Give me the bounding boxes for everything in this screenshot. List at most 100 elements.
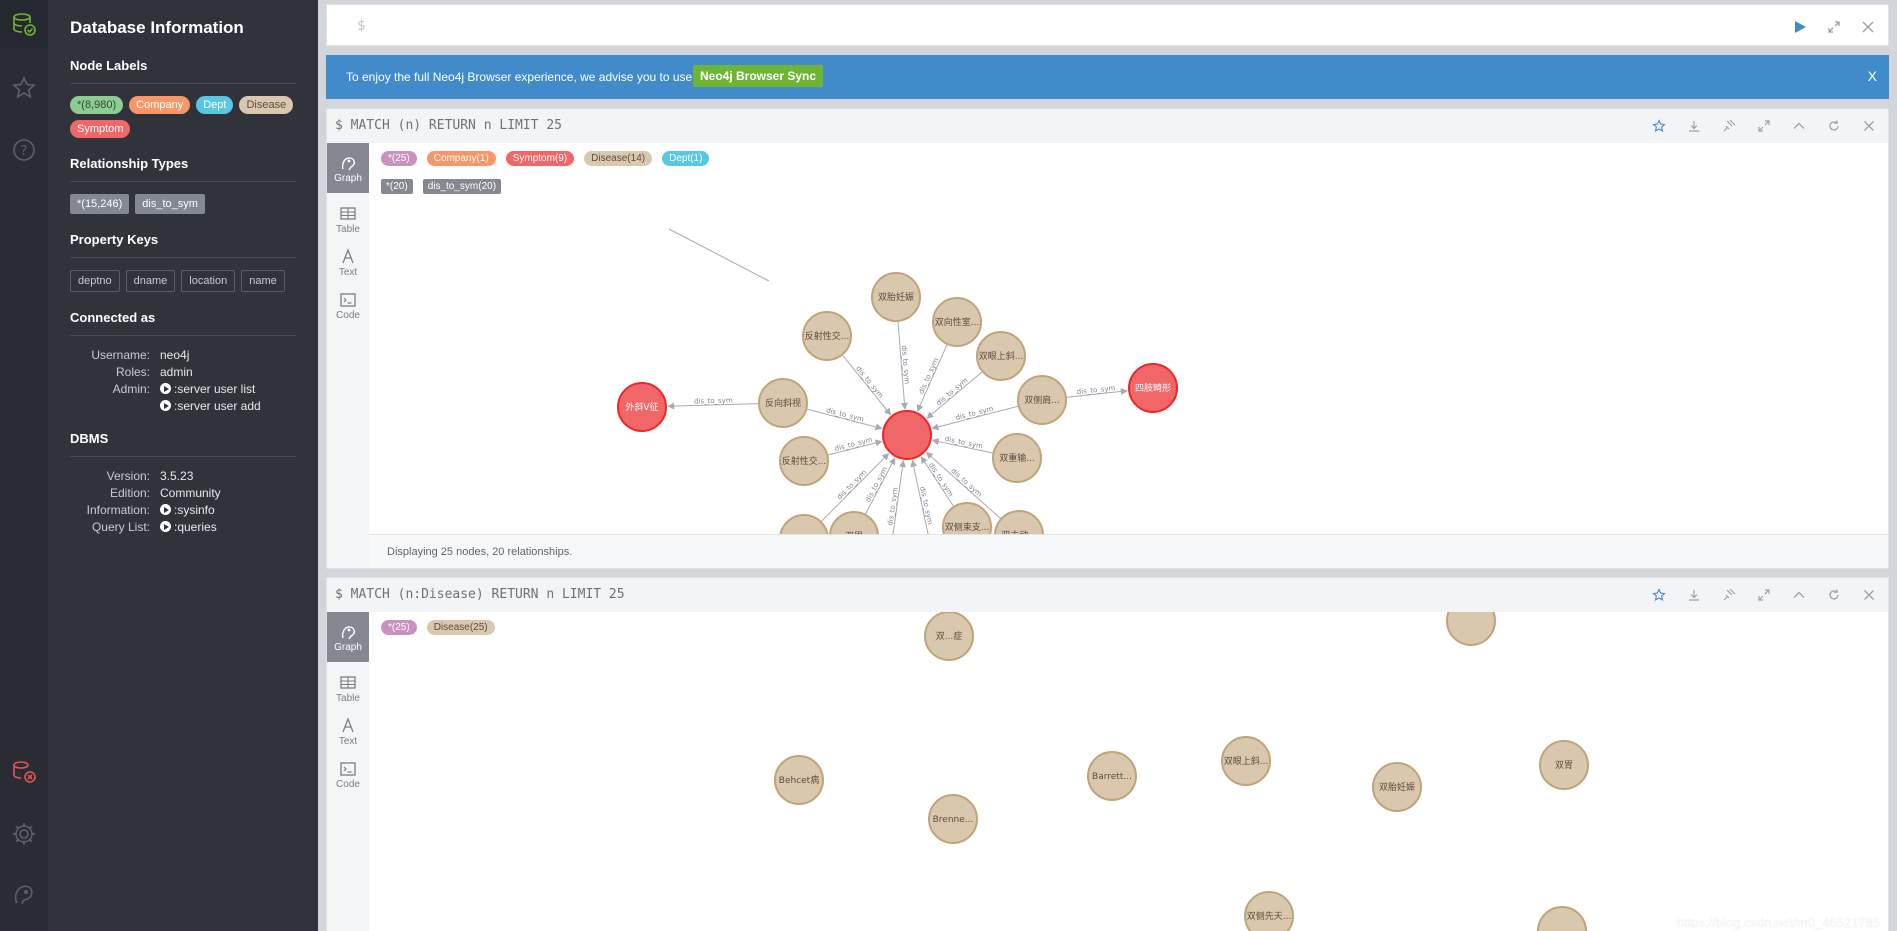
neo4j-icon[interactable]	[0, 870, 48, 918]
banner-close-button[interactable]: X	[1868, 68, 1877, 84]
sysinfo-link[interactable]: :sysinfo	[160, 503, 296, 517]
editor-prompt: $	[357, 18, 366, 34]
frame-query-text: MATCH (n) RETURN n LIMIT 25	[350, 118, 562, 133]
graph-node-symptom[interactable]: 外斜V征	[617, 382, 667, 432]
fullscreen-icon[interactable]	[1753, 585, 1775, 605]
close-icon[interactable]	[1858, 116, 1880, 136]
relationship-edge[interactable]: dis_to_sym	[931, 435, 994, 454]
server-user-add-link[interactable]: :server user add	[160, 399, 296, 413]
relationship-edge[interactable]: dis_to_sym	[827, 436, 883, 456]
graph-node-disease[interactable]: 双胎妊娠	[1372, 762, 1422, 812]
legend-node-labels: *(25) Disease(25)	[381, 620, 495, 635]
relationship-type-pill[interactable]: dis_to_sym	[135, 194, 205, 214]
star-icon[interactable]	[0, 64, 48, 112]
disconnected-icon[interactable]	[0, 748, 48, 796]
graph-visualization[interactable]: dis_to_sym dis_to_symdis_to_symdis_to_sym…	[369, 143, 1888, 568]
graph-node-disease[interactable]: Behcet病	[774, 755, 824, 805]
rerun-icon[interactable]	[1823, 116, 1845, 136]
rerun-icon[interactable]	[1823, 585, 1845, 605]
relationship-edge[interactable]: dis_to_sym	[1065, 384, 1128, 398]
graph-node-disease[interactable]: 双眼上斜...	[976, 331, 1026, 381]
frame-query[interactable]: $ MATCH (n:Disease) RETURN n LIMIT 25	[335, 587, 625, 602]
relationship-edge[interactable]: dis_to_sym	[897, 320, 911, 410]
graph-node-disease[interactable]: 双...症	[924, 612, 974, 661]
graph-node-disease[interactable]: 双眼上斜...	[1221, 736, 1271, 786]
graph-node-disease[interactable]: 双侧先天...	[1244, 891, 1294, 931]
relationship-label: dis_to_sym	[886, 487, 899, 527]
frame-query-text: MATCH (n:Disease) RETURN n LIMIT 25	[350, 587, 625, 602]
favorite-icon[interactable]	[1648, 116, 1670, 136]
property-key-pill[interactable]: dname	[125, 270, 176, 292]
sync-banner: To enjoy the full Neo4j Browser experien…	[326, 55, 1889, 99]
property-key-pill[interactable]: deptno	[70, 270, 120, 292]
view-label: Code	[336, 309, 360, 321]
relationship-edge[interactable]: dis_to_sym	[667, 396, 760, 410]
query-list-label: Query List:	[91, 520, 150, 534]
server-user-list-link[interactable]: :server user list	[160, 382, 296, 396]
graph-node-disease[interactable]	[1446, 612, 1496, 646]
run-icon[interactable]	[1790, 17, 1810, 37]
relationship-type-list: *(15,246) dis_to_sym	[70, 194, 296, 214]
pin-icon[interactable]	[1718, 585, 1740, 605]
node-caption: 双重输...	[999, 452, 1035, 464]
collapse-icon[interactable]	[1788, 585, 1810, 605]
fullscreen-icon[interactable]	[1753, 116, 1775, 136]
property-key-pill[interactable]: location	[181, 270, 236, 292]
relationship-edge[interactable]: dis_to_sym	[931, 405, 1019, 431]
view-code-button[interactable]: Code	[327, 749, 369, 799]
expand-icon[interactable]	[1824, 17, 1844, 37]
property-key-pill[interactable]: name	[241, 270, 285, 292]
graph-node-symptom[interactable]: 四肢畸形	[1128, 363, 1178, 413]
frame-query[interactable]: $ MATCH (n) RETURN n LIMIT 25	[335, 118, 562, 133]
graph-node-disease[interactable]: Barrett...	[1087, 751, 1137, 801]
graph-node-disease[interactable]: 反向斜视	[758, 378, 808, 428]
view-graph-button[interactable]: Graph	[327, 612, 369, 662]
legend-label-pill[interactable]: Disease(25)	[426, 620, 495, 635]
node-label-pill[interactable]: Symptom	[70, 120, 131, 138]
graph-node-disease[interactable]: 反射性交...	[802, 311, 852, 361]
clear-icon[interactable]	[1858, 17, 1878, 37]
graph-node-disease[interactable]: 双向性室...	[932, 297, 982, 347]
download-icon[interactable]	[1683, 116, 1705, 136]
information-label: Information:	[86, 503, 150, 517]
watermark: https://blog.csdn.net/m0_46521785	[1676, 915, 1880, 930]
database-icon[interactable]	[0, 0, 48, 48]
graph-node-disease[interactable]: 双胃	[1539, 740, 1589, 790]
settings-icon[interactable]	[0, 810, 48, 858]
relationship-edge[interactable]: dis_to_sym	[841, 354, 892, 416]
download-icon[interactable]	[1683, 585, 1705, 605]
pin-icon[interactable]	[1718, 116, 1740, 136]
view-code-button[interactable]: Code	[327, 280, 369, 330]
relationship-label: dis_to_sym	[927, 461, 955, 498]
queries-link[interactable]: :queries	[160, 520, 296, 534]
node-label-pill[interactable]: Company	[129, 96, 191, 114]
graph-canvas[interactable]: 双...症 Behcet病 Barrett... Brenne... 双眼上斜... 双胎…	[369, 612, 1888, 931]
graph-node-disease[interactable]	[1537, 906, 1587, 931]
node-labels-heading: Node Labels	[70, 58, 296, 84]
graph-node-disease[interactable]: 双胎妊娠	[871, 272, 921, 322]
query-editor[interactable]: $	[326, 4, 1889, 46]
favorite-icon[interactable]	[1648, 585, 1670, 605]
graph-visualization[interactable]: 双...症 Behcet病 Barrett... Brenne... 双眼上斜... 双胎…	[369, 612, 1888, 931]
browser-sync-button[interactable]: Neo4j Browser Sync	[693, 65, 824, 87]
graph-node-disease[interactable]: 反射性交...	[779, 436, 829, 486]
graph-canvas[interactable]: *(25) Company(1) Symptom(9) Disease(14) Dept…	[369, 143, 1888, 568]
relationship-edge[interactable]: dis_to_sym	[806, 406, 883, 431]
view-graph-button[interactable]: Graph	[327, 143, 369, 193]
relationship-edge[interactable]	[668, 228, 770, 282]
node-label-pill[interactable]: Dept	[196, 96, 234, 114]
node-label-pill[interactable]: Disease	[239, 96, 294, 114]
collapse-icon[interactable]	[1788, 116, 1810, 136]
node-label-pill[interactable]: *(8,980)	[70, 96, 124, 114]
graph-node-symptom[interactable]	[882, 410, 932, 460]
close-icon[interactable]	[1858, 585, 1880, 605]
icon-rail: ?	[0, 0, 48, 931]
roles-label: Roles:	[115, 365, 150, 379]
graph-node-disease[interactable]: Brenne...	[928, 794, 978, 844]
graph-node-disease[interactable]: 双重输...	[992, 433, 1042, 483]
legend-label-pill[interactable]: *(25)	[381, 620, 417, 635]
help-icon[interactable]: ?	[0, 126, 48, 174]
graph-node-disease[interactable]: 双侧肩...	[1017, 375, 1067, 425]
relationship-type-pill[interactable]: *(15,246)	[70, 194, 130, 214]
frame-header: $ MATCH (n:Disease) RETURN n LIMIT 25	[327, 578, 1888, 612]
